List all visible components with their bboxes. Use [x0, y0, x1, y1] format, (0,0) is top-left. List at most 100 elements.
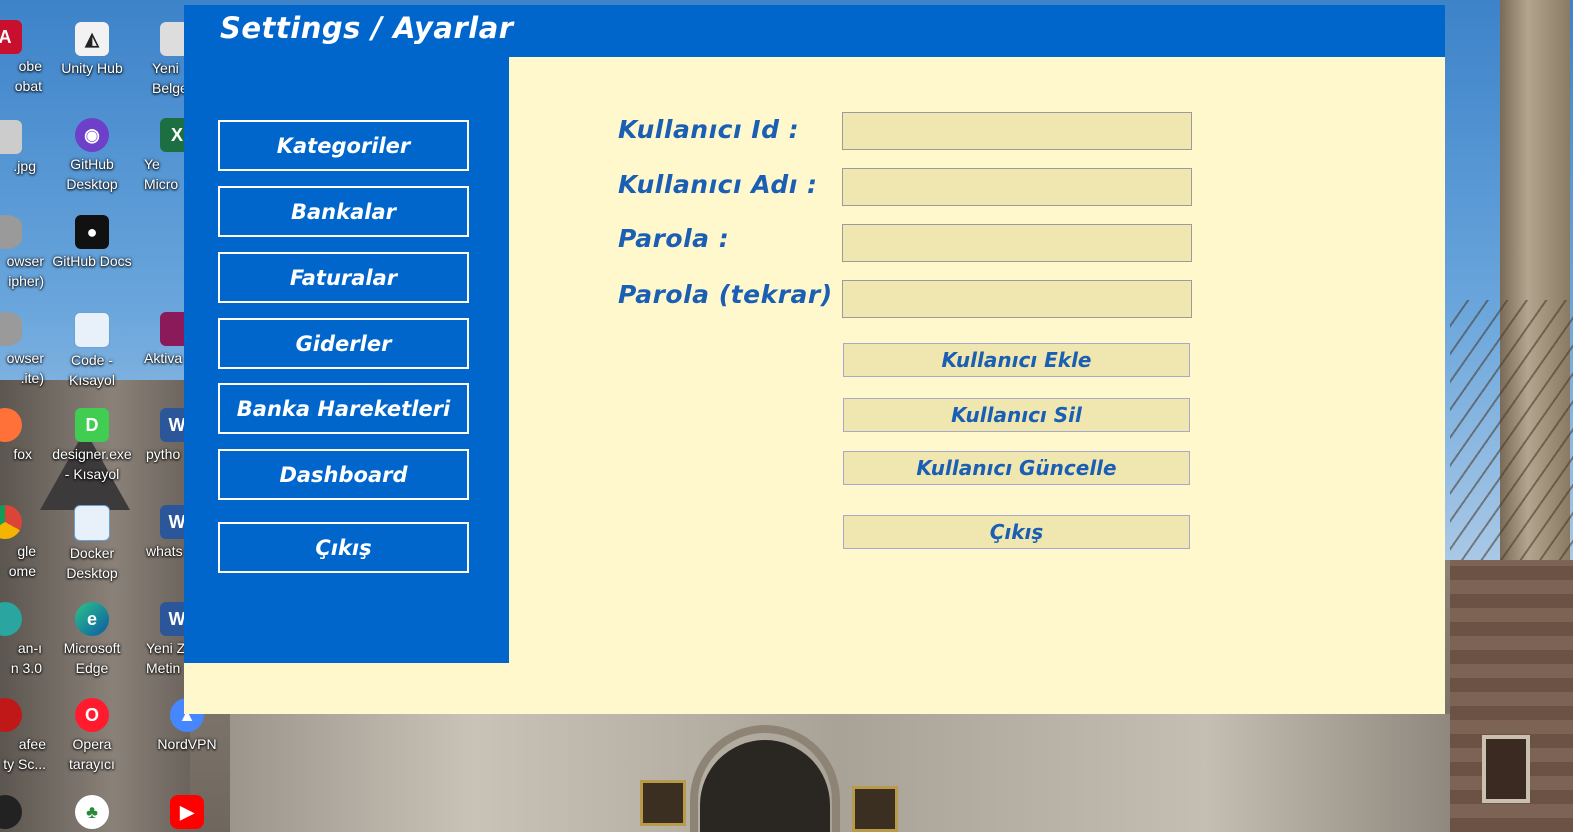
desktop-icon-label: Docker Desktop — [66, 545, 118, 581]
chrome-icon — [0, 505, 22, 539]
password-repeat-input[interactable] — [842, 280, 1192, 318]
app-icon — [0, 602, 22, 636]
settings-window: Settings / Ayarlar Kategoriler Bankalar … — [184, 5, 1445, 714]
wallpaper-window — [1482, 735, 1530, 803]
desktop-icon-firefox[interactable]: fox — [0, 408, 50, 464]
desktop-icon-label: Aktiva — [144, 350, 183, 366]
desktop-icon-label: afee ty Sc... — [3, 736, 46, 772]
firefox-icon — [0, 408, 22, 442]
desktop-icon-edge[interactable]: e Microsoft Edge — [47, 602, 137, 678]
shortcut-icon — [74, 505, 110, 541]
desktop-icon-unity-hub[interactable]: ◭ Unity Hub — [47, 22, 137, 78]
window-header: Settings / Ayarlar — [184, 5, 1445, 57]
desktop-icon-label: designer.exe - Kısayol — [52, 446, 132, 482]
desktop-icon-label: whats — [146, 543, 183, 559]
sidebar: Kategoriler Bankalar Faturalar Giderler … — [184, 57, 509, 663]
desktop-icon-partial[interactable] — [0, 795, 50, 831]
desktop-icon-youtube[interactable]: ▶ — [142, 795, 232, 831]
window-title: Settings / Ayarlar — [220, 11, 514, 45]
desktop-icon-python-doc[interactable]: W pytho — [140, 408, 184, 464]
wallpaper-branches — [1450, 300, 1573, 570]
database-icon — [0, 312, 22, 346]
delete-user-button[interactable]: Kullanıcı Sil — [843, 398, 1190, 432]
desktop-icon-label: NordVPN — [157, 736, 217, 752]
image-icon — [0, 120, 22, 154]
password-input[interactable] — [842, 224, 1192, 262]
exit-button[interactable]: Çıkış — [843, 515, 1190, 549]
wallpaper-plaque — [640, 780, 686, 826]
nav-button-banka-hareketleri[interactable]: Banka Hareketleri — [218, 383, 469, 434]
desktop-icon-partial[interactable]: ♣ — [47, 795, 137, 831]
desktop-icon-label: owser .ite) — [6, 350, 44, 386]
add-user-button[interactable]: Kullanıcı Ekle — [843, 343, 1190, 377]
desktop-icon-label: Ye Micro — [144, 156, 179, 192]
desktop-icon-label: Yeni Z Metin — [146, 640, 184, 676]
desktop-icon-label: GitHub Docs — [52, 253, 132, 269]
desktop-icon-jpg[interactable]: .jpg — [0, 120, 50, 176]
desktop-icon-label: Opera tarayıcı — [69, 736, 115, 772]
desktop-icon-label: .jpg — [13, 158, 36, 174]
desktop-icon-github-desktop[interactable]: ◉ GitHub Desktop — [47, 118, 137, 194]
desktop-icon-chrome[interactable]: gle ome — [0, 505, 50, 581]
acrobat-icon: A — [0, 20, 22, 54]
edge-icon: e — [75, 602, 109, 636]
document-icon — [160, 22, 184, 56]
username-label: Kullanıcı Adı : — [618, 170, 818, 199]
designer-icon: D — [75, 408, 109, 442]
shortcut-icon — [74, 312, 110, 348]
github-icon: ● — [75, 215, 109, 249]
unity-icon: ◭ — [75, 22, 109, 56]
user-id-label: Kullanıcı Id : — [618, 115, 800, 144]
desktop-icon-opera[interactable]: O Opera tarayıcı — [47, 698, 137, 774]
password-repeat-label: Parola (tekrar) : — [618, 280, 853, 309]
nav-button-kategoriler[interactable]: Kategoriler — [218, 120, 469, 171]
mcafee-icon — [0, 698, 22, 732]
desktop-icon-github-docs[interactable]: ● GitHub Docs — [47, 215, 137, 271]
desktop-icon-label: obe obat — [14, 58, 42, 94]
password-label: Parola : — [618, 224, 730, 253]
database-icon — [0, 215, 22, 249]
desktop-icon-app[interactable]: an-ı n 3.0 — [0, 602, 50, 678]
desktop-icon-acrobat[interactable]: A obe obat — [0, 20, 50, 96]
leaf-icon: ♣ — [75, 795, 109, 829]
update-user-button[interactable]: Kullanıcı Güncelle — [843, 451, 1190, 485]
user-id-input[interactable] — [842, 112, 1192, 150]
word-icon: W — [160, 602, 184, 636]
word-icon: W — [160, 505, 184, 539]
desktop-icon-label: Yeni Belge — [152, 60, 184, 96]
wallpaper-plaque — [852, 786, 898, 832]
desktop-icon-designer[interactable]: D designer.exe - Kısayol — [47, 408, 137, 484]
nav-button-giderler[interactable]: Giderler — [218, 318, 469, 369]
desktop-icon-text-doc[interactable]: W Yeni Z Metin — [140, 602, 184, 678]
desktop-icon-code-shortcut[interactable]: Code - Kısayol — [47, 312, 137, 390]
desktop-icon-label: fox — [13, 446, 32, 462]
desktop-icon-archive[interactable]: Aktiva — [140, 312, 184, 368]
opera-icon: O — [75, 698, 109, 732]
github-desktop-icon: ◉ — [75, 118, 109, 152]
youtube-icon: ▶ — [170, 795, 204, 829]
desktop-icon-label: Unity Hub — [61, 60, 123, 76]
desktop-icon-label: Microsoft Edge — [63, 640, 121, 676]
desktop-icon-db-browser-sqlite[interactable]: owser .ite) — [0, 312, 50, 388]
nav-button-exit[interactable]: Çıkış — [218, 522, 469, 573]
wallpaper-facade — [230, 714, 1450, 832]
archive-icon — [160, 312, 184, 346]
nav-button-dashboard[interactable]: Dashboard — [218, 449, 469, 500]
nav-button-faturalar[interactable]: Faturalar — [218, 252, 469, 303]
desktop-icon-docker[interactable]: Docker Desktop — [47, 505, 137, 583]
desktop-icon-label: pytho — [146, 446, 181, 462]
nav-button-bankalar[interactable]: Bankalar — [218, 186, 469, 237]
desktop-icon-label: owser ipher) — [6, 253, 44, 289]
desktop-icon-label: gle ome — [8, 543, 36, 579]
desktop-icon-db-browser-cipher[interactable]: owser ipher) — [0, 215, 50, 291]
excel-icon: X — [160, 118, 184, 152]
desktop-icon-label: an-ı n 3.0 — [10, 640, 42, 676]
word-icon: W — [160, 408, 184, 442]
username-input[interactable] — [842, 168, 1192, 206]
desktop-icon-new-document[interactable]: Yeni Belge — [140, 22, 184, 98]
desktop-icon-whats-doc[interactable]: W whats — [140, 505, 184, 561]
desktop-icon-mcafee[interactable]: afee ty Sc... — [0, 698, 50, 774]
desktop-icon-label: GitHub Desktop — [66, 156, 118, 192]
app-icon — [0, 795, 22, 829]
desktop-icon-excel[interactable]: X Ye Micro — [140, 118, 184, 194]
